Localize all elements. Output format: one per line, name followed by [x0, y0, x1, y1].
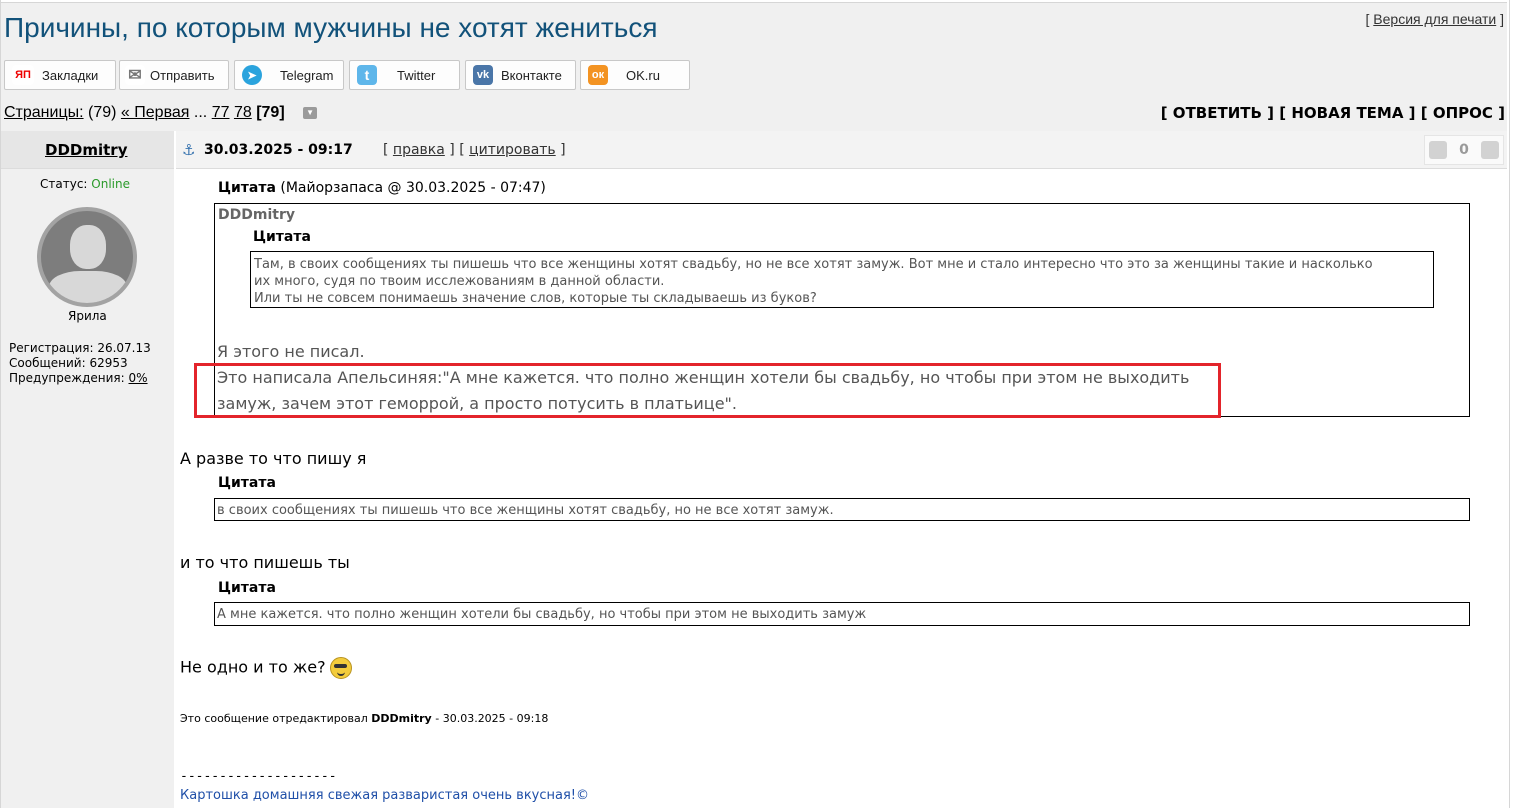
pagination-label[interactable]: Страницы: — [4, 104, 84, 121]
quote1-reply-line1: Я этого не писал. — [217, 342, 365, 361]
quote1-inner-box: Там, в своих сообщениях ты пишешь что вс… — [250, 251, 1434, 308]
edited-author: DDDmitry — [371, 712, 432, 725]
yandex-bookmarks-icon: ЯП — [12, 65, 34, 85]
thumb-up-icon[interactable] — [1481, 141, 1499, 159]
edited-suffix: - 30.03.2025 - 09:18 — [435, 712, 549, 725]
share-telegram-label: Telegram — [280, 67, 334, 83]
page-jump-icon[interactable]: ▼ — [303, 106, 318, 119]
pagination: Страницы: (79) « Первая ... 77 78 [79] ▼ — [4, 104, 318, 122]
author-name-link[interactable]: DDDmitry — [45, 141, 127, 159]
anchor-icon[interactable]: ⚓ — [182, 141, 195, 159]
post-date: 30.03.2025 - 09:17 — [204, 142, 353, 158]
highlight-box — [194, 363, 1221, 418]
twitter-icon: t — [357, 65, 377, 85]
signature-divider: -------------------- — [180, 769, 337, 784]
edited-prefix: Это сообщение отредактировал — [180, 712, 368, 725]
registration-date: Регистрация: 26.07.13 — [9, 341, 151, 355]
post-text-2: и то что пишешь ты — [180, 553, 350, 572]
quote2-label: Цитата — [218, 475, 276, 491]
post-rating: 0 — [1424, 135, 1504, 165]
share-email-button[interactable]: ✉ Отправить — [119, 60, 229, 90]
status-label: Статус: — [40, 177, 88, 191]
warnings-value[interactable]: 0% — [129, 371, 148, 385]
quote2-text: в своих сообщениях ты пишешь что все жен… — [217, 503, 834, 518]
author-status: Статус: Online — [40, 177, 130, 191]
share-telegram-button[interactable]: ➤ Telegram — [234, 60, 344, 90]
quote1-inner-line3: Или ты не совсем понимаешь значение слов… — [254, 291, 817, 306]
share-bookmarks-button[interactable]: ЯП Закладки — [4, 60, 116, 90]
edit-link[interactable]: правка — [393, 142, 445, 158]
share-ok-label: OK.ru — [626, 67, 660, 83]
avatar-shoulders — [49, 271, 127, 303]
thumb-down-icon[interactable] — [1429, 141, 1447, 159]
pagination-first[interactable]: « Первая — [121, 104, 190, 121]
avatar-head — [70, 225, 106, 269]
quote1-inner-line2: их много, судя по твоим исслежованиям в … — [254, 274, 665, 289]
quote3-header: Цитата — [218, 580, 276, 596]
envelope-icon: ✉ — [125, 65, 145, 85]
vk-icon: vk — [473, 65, 493, 85]
share-ok-button[interactable]: ок OK.ru — [580, 60, 690, 90]
poll-button[interactable]: [ ОПРОС ] — [1421, 104, 1505, 122]
quote2-box: в своих сообщениях ты пишешь что все жен… — [214, 498, 1470, 521]
quote1-label: Цитата — [218, 180, 276, 196]
avatar[interactable] — [37, 207, 137, 307]
post-header — [176, 131, 1507, 169]
quote3-label: Цитата — [218, 580, 276, 596]
quote1-meta: (Майорзапаса @ 30.03.2025 - 07:47) — [280, 180, 546, 196]
quote2-header: Цитата — [218, 475, 276, 491]
post-text-3-label: Не одно и то же? — [180, 657, 326, 677]
pagination-ellipsis: ... — [193, 104, 208, 121]
status-value: Online — [91, 177, 131, 191]
topic-actions: [ ОТВЕТИТЬ ] [ НОВАЯ ТЕМА ] [ ОПРОС ] — [1161, 104, 1505, 122]
post-text-1: А разве то что пишу я — [180, 449, 367, 468]
print-version-link[interactable]: Версия для печати — [1373, 11, 1496, 27]
share-twitter-label: Twitter — [397, 67, 436, 83]
quote1-inner-author: DDDmitry — [218, 207, 295, 223]
share-twitter-button[interactable]: t Twitter — [349, 60, 460, 90]
new-topic-button[interactable]: [ НОВАЯ ТЕМА ] — [1279, 104, 1415, 122]
share-bookmarks-label: Закладки — [42, 67, 99, 83]
author-info: Регистрация: 26.07.13 Сообщений: 62953 П… — [9, 341, 151, 386]
post-links: [ правка ] [ цитировать ] — [383, 142, 566, 158]
quote-link[interactable]: цитировать — [469, 142, 556, 158]
pagination-page-77[interactable]: 77 — [212, 104, 230, 121]
rating-count: 0 — [1459, 142, 1469, 158]
signature-text: Картошка домашняя свежая разваристая оче… — [180, 788, 590, 803]
share-email-label: Отправить — [150, 67, 215, 83]
quote1-header: Цитата (Майорзапаса @ 30.03.2025 - 07:47… — [218, 180, 546, 196]
messages-count: Сообщений: 62953 — [9, 356, 128, 370]
warnings: Предупреждения: 0% — [9, 371, 148, 385]
telegram-icon: ➤ — [242, 65, 262, 85]
post-text-3: Не одно и то же? — [180, 657, 352, 679]
cool-smiley-icon — [329, 657, 352, 679]
reply-button[interactable]: [ ОТВЕТИТЬ ] — [1161, 104, 1274, 122]
page-title: Причины, по которым мужчины не хотят жен… — [4, 12, 658, 43]
quote3-box: А мне кажется. что полно женщин хотели б… — [214, 602, 1470, 626]
edited-note: Это сообщение отредактировал DDDmitry - … — [180, 712, 548, 725]
pagination-count: (79) — [88, 104, 117, 121]
share-vk-button[interactable]: vk Вконтакте — [465, 60, 576, 90]
pagination-page-78[interactable]: 78 — [234, 104, 252, 121]
pagination-current: [79] — [256, 104, 285, 121]
avatar-caption: Ярила — [68, 309, 107, 323]
share-vk-label: Вконтакте — [501, 67, 562, 83]
quote1-inner-label: Цитата — [253, 229, 311, 245]
quote1-inner-line1: Там, в своих сообщениях ты пишешь что вс… — [254, 257, 1373, 272]
quote3-text: А мне кажется. что полно женщин хотели б… — [217, 607, 867, 622]
odnoklassniki-icon: ок — [588, 65, 608, 85]
print-version: [ Версия для печати ] — [1365, 11, 1504, 27]
